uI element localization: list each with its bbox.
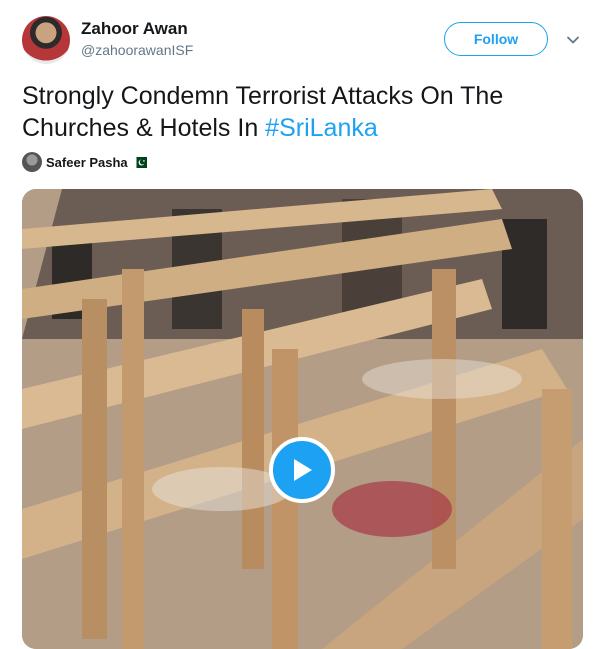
play-button[interactable] (269, 437, 335, 503)
author-block[interactable]: Zahoor Awan @zahoorawanISF (81, 19, 193, 60)
via-attribution[interactable]: Safeer Pasha (22, 152, 147, 172)
pakistan-flag-icon (132, 156, 147, 168)
author-display-name[interactable]: Zahoor Awan (81, 19, 193, 39)
author-avatar[interactable] (22, 16, 70, 64)
follow-button[interactable]: Follow (444, 22, 548, 56)
chevron-down-icon[interactable] (566, 33, 580, 47)
hashtag-link[interactable]: #SriLanka (265, 114, 378, 142)
video-frame (22, 189, 583, 649)
author-handle[interactable]: @zahoorawanISF (81, 40, 193, 60)
tweet-text: Strongly Condemn Terrorist Attacks On Th… (22, 80, 572, 144)
via-avatar[interactable] (22, 152, 42, 172)
via-name[interactable]: Safeer Pasha (46, 155, 128, 170)
play-icon (294, 459, 312, 481)
tweet-text-body: Strongly Condemn Terrorist Attacks On Th… (22, 82, 504, 142)
video-thumbnail[interactable] (22, 189, 583, 649)
